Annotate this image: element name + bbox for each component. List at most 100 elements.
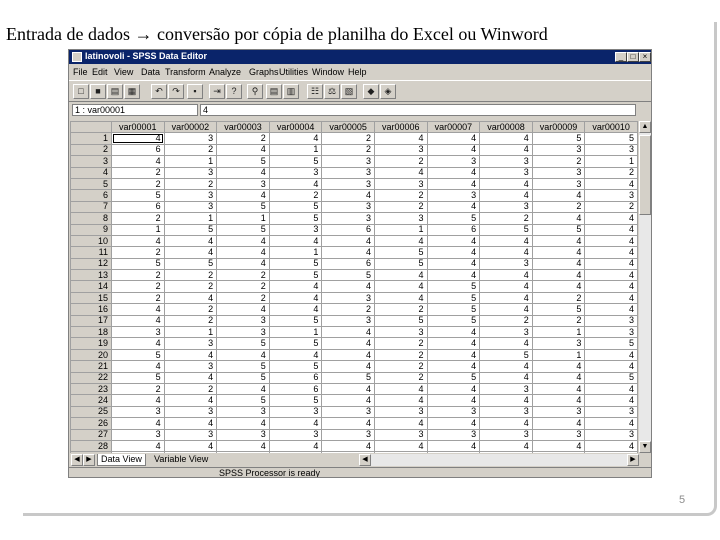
data-cell[interactable]: 3: [531, 166, 586, 179]
data-cell[interactable]: 4: [426, 417, 481, 430]
scroll-left-icon[interactable]: ◀: [359, 454, 371, 466]
data-cell[interactable]: 5: [216, 371, 270, 385]
data-cell[interactable]: 2: [111, 177, 165, 191]
data-cell[interactable]: 3: [584, 326, 638, 339]
menu-file[interactable]: File: [73, 67, 88, 77]
data-cell[interactable]: 1: [531, 348, 586, 362]
data-cell[interactable]: 1: [163, 212, 218, 225]
weight-cases-icon[interactable]: ⚖: [324, 84, 340, 99]
data-cell[interactable]: 4: [426, 269, 481, 282]
data-cell[interactable]: 2: [584, 451, 638, 453]
tab-variable-view[interactable]: Variable View: [151, 454, 211, 466]
data-cell[interactable]: 2: [216, 132, 270, 145]
data-cell[interactable]: 2: [373, 348, 428, 362]
data-cell[interactable]: 5: [373, 314, 428, 328]
data-cell[interactable]: 5: [111, 257, 165, 271]
data-cell[interactable]: 3: [479, 257, 533, 271]
data-cell[interactable]: 2: [111, 280, 165, 293]
row-header[interactable]: 17: [70, 314, 112, 328]
menu-transform[interactable]: Transform: [165, 67, 206, 77]
data-cell[interactable]: 4: [531, 234, 586, 248]
data-cell[interactable]: 5: [426, 280, 481, 293]
data-cell[interactable]: 6: [268, 371, 323, 385]
data-cell[interactable]: 2: [321, 143, 375, 157]
data-cell[interactable]: 2: [479, 314, 533, 328]
data-cell[interactable]: 5: [584, 337, 638, 350]
data-cell[interactable]: 4: [531, 280, 586, 293]
data-cell[interactable]: 4: [111, 132, 165, 145]
data-cell[interactable]: 4: [321, 348, 375, 362]
find-icon[interactable]: ⚲: [247, 84, 263, 99]
data-cell[interactable]: 4: [426, 337, 481, 350]
data-cell[interactable]: 2: [163, 143, 218, 157]
data-cell[interactable]: 4: [479, 132, 533, 145]
data-cell[interactable]: 4: [479, 234, 533, 248]
data-cell[interactable]: 3: [531, 337, 586, 350]
data-cell[interactable]: 4: [426, 132, 481, 145]
scroll-down-icon[interactable]: ▼: [639, 441, 651, 453]
data-cell[interactable]: 4: [163, 439, 218, 453]
data-cell[interactable]: 2: [216, 291, 270, 305]
data-cell[interactable]: 4: [268, 132, 323, 145]
row-header[interactable]: 23: [70, 382, 112, 396]
data-cell[interactable]: 6: [111, 200, 165, 214]
data-cell[interactable]: 2: [321, 451, 375, 453]
data-cell[interactable]: 5: [268, 155, 323, 168]
data-cell[interactable]: 4: [373, 132, 428, 145]
data-cell[interactable]: 4: [268, 280, 323, 293]
data-cell[interactable]: 4: [584, 303, 638, 316]
row-header[interactable]: 8: [70, 212, 112, 225]
data-cell[interactable]: 2: [531, 200, 586, 214]
data-cell[interactable]: 4: [584, 280, 638, 293]
data-cell[interactable]: 4: [426, 200, 481, 214]
column-header[interactable]: var00003: [216, 121, 270, 134]
data-cell[interactable]: 4: [584, 257, 638, 271]
data-cell[interactable]: 5: [426, 314, 481, 328]
print-icon[interactable]: ▤: [107, 84, 123, 99]
data-cell[interactable]: 3: [163, 428, 218, 441]
data-cell[interactable]: 5: [163, 223, 218, 236]
data-cell[interactable]: 5: [584, 132, 638, 145]
data-cell[interactable]: 2: [479, 451, 533, 453]
data-cell[interactable]: 2: [268, 189, 323, 202]
row-header[interactable]: 28: [70, 439, 112, 453]
data-cell[interactable]: 2: [373, 303, 428, 316]
data-cell[interactable]: 4: [531, 269, 586, 282]
data-cell[interactable]: 2: [111, 212, 165, 225]
data-cell[interactable]: 3: [426, 405, 481, 419]
data-cell[interactable]: 2: [373, 200, 428, 214]
data-cell[interactable]: 2: [163, 303, 218, 316]
insert-case-icon[interactable]: ▤: [266, 84, 282, 99]
data-cell[interactable]: 4: [321, 360, 375, 373]
data-cell[interactable]: 2: [584, 166, 638, 179]
data-cell[interactable]: 2: [373, 155, 428, 168]
data-cell[interactable]: 3: [479, 166, 533, 179]
data-cell[interactable]: 5: [426, 371, 481, 385]
data-cell[interactable]: 3: [479, 382, 533, 396]
data-cell[interactable]: 3: [584, 428, 638, 441]
data-cell[interactable]: 4: [479, 177, 533, 191]
data-cell[interactable]: 2: [163, 177, 218, 191]
data-cell[interactable]: 5: [426, 291, 481, 305]
data-cell[interactable]: 3: [321, 428, 375, 441]
data-cell[interactable]: 5: [268, 394, 323, 407]
data-cell[interactable]: 4: [216, 303, 270, 316]
data-cell[interactable]: 5: [321, 371, 375, 385]
row-header[interactable]: 26: [70, 417, 112, 430]
data-cell[interactable]: 1: [584, 155, 638, 168]
data-cell[interactable]: 2: [268, 451, 323, 453]
data-cell[interactable]: 3: [321, 314, 375, 328]
data-cell[interactable]: 3: [216, 314, 270, 328]
data-cell[interactable]: 1: [111, 223, 165, 236]
data-cell[interactable]: 4: [531, 382, 586, 396]
data-cell[interactable]: 3: [163, 405, 218, 419]
column-header[interactable]: var00009: [531, 121, 586, 134]
data-cell[interactable]: 5: [479, 348, 533, 362]
data-cell[interactable]: 2: [216, 451, 270, 453]
row-header[interactable]: 24: [70, 394, 112, 407]
row-header[interactable]: 13: [70, 269, 112, 282]
data-cell[interactable]: 3: [268, 428, 323, 441]
data-cell[interactable]: 3: [163, 360, 218, 373]
data-cell[interactable]: 4: [479, 337, 533, 350]
data-cell[interactable]: 3: [373, 326, 428, 339]
